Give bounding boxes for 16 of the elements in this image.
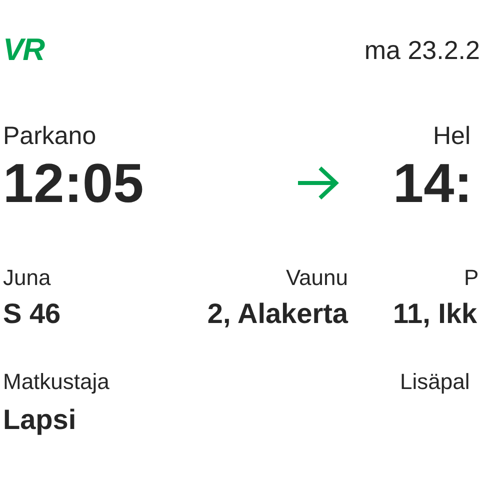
field-label: Vaunu [285, 265, 348, 291]
field-label: Lisäpal [400, 369, 471, 395]
arrival-station: Hel [432, 121, 472, 151]
field-value: 11, Ikk [392, 297, 478, 331]
departure-time: 12:05 [3, 151, 145, 215]
field-value: 2, Alakerta [206, 297, 348, 331]
field-value: Lapsi [3, 403, 78, 437]
travel-date: ma 23.2.2 [364, 34, 480, 67]
field-label: P [463, 265, 480, 291]
field-label: Juna [3, 265, 52, 291]
logo: VR [3, 33, 44, 67]
arrow-right-icon [296, 165, 340, 201]
arrival-time: 14: [393, 151, 474, 215]
departure-station: Parkano [3, 121, 98, 151]
field-label: Matkustaja [3, 369, 110, 395]
field-value: S 46 [3, 297, 62, 331]
